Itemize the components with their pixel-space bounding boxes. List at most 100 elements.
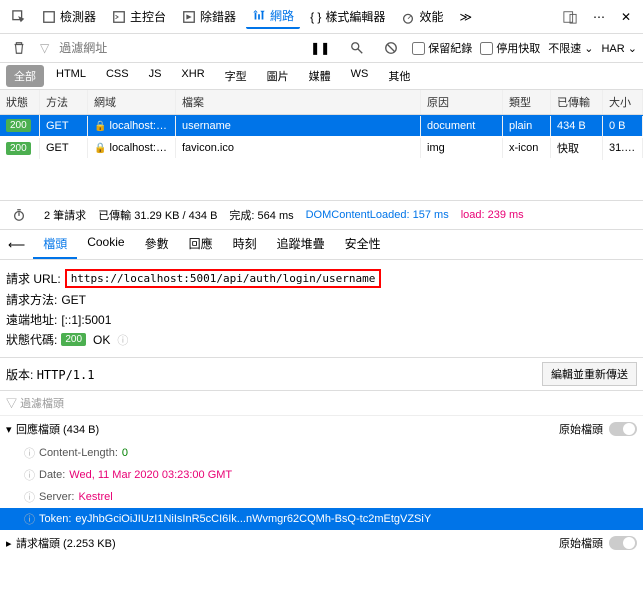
tab-performance[interactable]: 效能 [395, 5, 449, 28]
summary-requests: 2 筆請求 [44, 207, 86, 223]
header-name: Date: [39, 469, 65, 481]
cell-type: x-icon [503, 138, 551, 158]
search-icon[interactable] [344, 38, 370, 58]
pause-icon[interactable]: ❚❚ [304, 38, 336, 58]
detail-tab-security[interactable]: 安全性 [335, 230, 391, 259]
cell-size: 0 B [603, 116, 643, 136]
type-tab-media[interactable]: 媒體 [301, 65, 339, 87]
col-method[interactable]: 方法 [40, 90, 88, 114]
detail-tab-stack[interactable]: 追蹤堆疊 [267, 230, 335, 259]
back-icon[interactable]: ⟵ [0, 230, 33, 259]
table-row[interactable]: 200GET🔒 localhost:5...usernamedocumentpl… [0, 115, 643, 136]
header-value: Kestrel [78, 491, 112, 503]
tab-console[interactable]: 主控台 [106, 5, 172, 28]
response-headers-title: 回應檔頭 (434 B) [16, 421, 99, 437]
response-header-item[interactable]: ⓘ Content-Length: 0 [0, 442, 643, 464]
type-tab-other[interactable]: 其他 [380, 65, 418, 87]
cell-domain: 🔒 localhost:5... [88, 138, 176, 158]
stopwatch-icon[interactable] [6, 205, 32, 225]
response-header-item[interactable]: ⓘ Token: eyJhbGciOiJIUzI1NiIsInR5cCI6Ik.… [0, 508, 643, 530]
col-type[interactable]: 類型 [503, 90, 551, 114]
request-headers-title: 請求檔頭 (2.253 KB) [16, 535, 116, 551]
header-value: eyJhbGciOiJIUzI1NiIsInR5cCI6Ik...nWvmgr6… [75, 513, 431, 525]
cell-method: GET [40, 138, 88, 158]
style-editor-icon: { } [310, 10, 321, 24]
raw-headers-label: 原始檔頭 [559, 421, 603, 437]
tab-network[interactable]: 網路 [246, 4, 300, 29]
type-tab-html[interactable]: HTML [48, 65, 94, 87]
caret-right-icon[interactable]: ▸ [6, 537, 16, 550]
header-name: Content-Length: [39, 447, 118, 459]
col-status[interactable]: 狀態 [0, 90, 40, 114]
header-name: Server: [39, 491, 74, 503]
cell-file: username [176, 116, 421, 136]
disable-cache-checkbox[interactable]: 停用快取 [480, 40, 540, 56]
header-name: Token: [39, 513, 71, 525]
col-file[interactable]: 檔案 [176, 90, 421, 114]
status-badge: 200 [6, 142, 31, 155]
tab-style-editor-label: 樣式編輯器 [325, 8, 385, 25]
help-icon[interactable]: ⓘ [24, 511, 35, 527]
help-icon[interactable]: ⓘ [24, 489, 35, 505]
url-label: 請求 URL: [6, 270, 61, 287]
col-cause[interactable]: 原因 [421, 90, 503, 114]
block-icon[interactable] [378, 38, 404, 58]
type-tab-js[interactable]: JS [141, 65, 170, 87]
throttle-select[interactable]: 不限速 ⌄ [548, 40, 593, 56]
header-value: Wed, 11 Mar 2020 03:23:00 GMT [69, 469, 232, 481]
remote-address: [::1]:5001 [61, 313, 111, 327]
type-tab-all[interactable]: 全部 [6, 65, 44, 87]
caret-down-icon[interactable]: ▾ [6, 423, 16, 436]
filter-icon: ▽ [6, 398, 17, 410]
type-tab-css[interactable]: CSS [98, 65, 137, 87]
tab-network-label: 網路 [270, 7, 294, 24]
type-tab-img[interactable]: 圖片 [259, 65, 297, 87]
trash-icon[interactable] [6, 38, 32, 58]
tab-style-editor[interactable]: { } 樣式編輯器 [304, 5, 391, 28]
detail-tab-params[interactable]: 參數 [135, 230, 179, 259]
tab-console-label: 主控台 [130, 8, 166, 25]
raw-toggle[interactable] [609, 422, 637, 436]
detail-tab-cookies[interactable]: Cookie [77, 230, 134, 259]
type-tab-font[interactable]: 字型 [217, 65, 255, 87]
detail-tab-response[interactable]: 回應 [179, 230, 223, 259]
pick-element-icon[interactable] [6, 7, 32, 27]
help-icon[interactable]: ⓘ [24, 467, 35, 483]
cell-domain: 🔒 localhost:5... [88, 116, 176, 136]
summary-load: load: 239 ms [461, 209, 524, 221]
close-icon[interactable]: ✕ [615, 7, 637, 27]
request-url: https://localhost:5001/api/auth/login/us… [65, 269, 382, 288]
har-select[interactable]: HAR ⌄ [601, 42, 637, 55]
col-size[interactable]: 大小 [603, 90, 643, 114]
tab-inspector[interactable]: 檢測器 [36, 5, 102, 28]
help-icon[interactable]: ⓘ [24, 445, 35, 461]
raw-toggle[interactable] [609, 536, 637, 550]
lock-icon: 🔒 [94, 121, 106, 132]
more-options-icon[interactable]: ⋯ [587, 7, 611, 27]
edit-resend-button[interactable]: 編輯並重新傳送 [542, 362, 637, 386]
cell-cause: img [421, 138, 503, 158]
tab-debugger[interactable]: 除錯器 [176, 5, 242, 28]
summary-transferred: 已傳輸 31.29 KB / 434 B [98, 207, 217, 223]
summary-finish: 完成: 564 ms [229, 207, 293, 223]
more-tabs[interactable]: ≫ [453, 7, 478, 27]
col-transferred[interactable]: 已傳輸 [551, 90, 603, 114]
help-icon[interactable]: ⓘ [117, 332, 128, 348]
tab-inspector-label: 檢測器 [60, 8, 96, 25]
type-tab-ws[interactable]: WS [343, 65, 377, 87]
summary-domcontentloaded: DOMContentLoaded: 157 ms [306, 209, 449, 221]
response-header-item[interactable]: ⓘ Server: Kestrel [0, 486, 643, 508]
type-tab-xhr[interactable]: XHR [173, 65, 212, 87]
chevron-down-icon: ⌄ [628, 43, 637, 55]
detail-tab-headers[interactable]: 檔頭 [33, 230, 77, 259]
filter-headers-input[interactable]: 過濾檔頭 [20, 398, 64, 410]
responsive-mode-icon[interactable] [557, 7, 583, 27]
detail-tab-timings[interactable]: 時刻 [223, 230, 267, 259]
keep-log-checkbox[interactable]: 保留紀錄 [412, 40, 472, 56]
col-domain[interactable]: 網域 [88, 90, 176, 114]
cell-cause: document [421, 116, 503, 136]
filter-input[interactable] [57, 39, 216, 57]
response-header-item[interactable]: ⓘ Date: Wed, 11 Mar 2020 03:23:00 GMT [0, 464, 643, 486]
table-row[interactable]: 200GET🔒 localhost:5...favicon.icoimgx-ic… [0, 136, 643, 160]
request-method: GET [61, 293, 86, 307]
